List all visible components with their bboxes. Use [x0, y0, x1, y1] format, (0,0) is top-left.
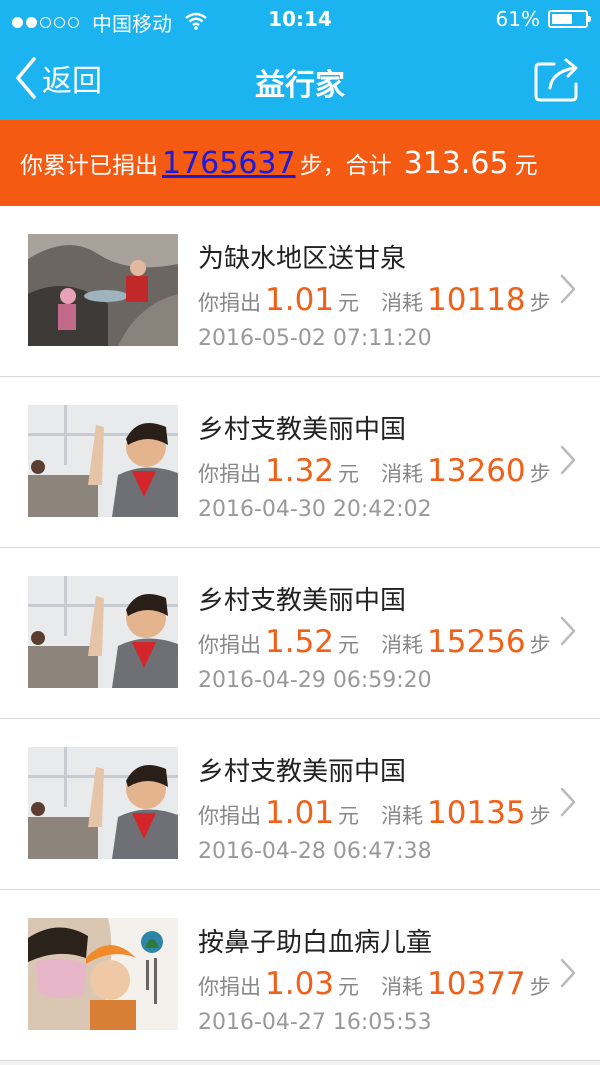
project-thumbnail	[28, 576, 178, 688]
share-button[interactable]	[532, 56, 582, 102]
steps-consumed: 10118	[427, 282, 526, 318]
donation-amount: 1.01	[265, 795, 335, 831]
total-steps-link[interactable]: 1765637	[162, 146, 296, 181]
donation-list: 为缺水地区送甘泉 你捐出 1.01 元 消耗 10118 步 2016-05-0…	[0, 206, 600, 1061]
yuan-unit: 元	[338, 804, 360, 828]
battery-fill	[552, 14, 572, 24]
summary-prefix: 你累计已捐出	[20, 153, 158, 179]
donation-detail: 你捐出 1.52 元 消耗 15256 步	[198, 624, 551, 660]
project-thumbnail	[28, 747, 178, 859]
steps-unit: 步	[529, 633, 551, 657]
donation-date: 2016-04-29 06:59:20	[198, 668, 432, 693]
project-title: 乡村支教美丽中国	[198, 586, 407, 616]
steps-unit: 步	[529, 804, 551, 828]
status-bar: 中国移动 10:14 61%	[0, 0, 600, 40]
donation-amount: 1.03	[265, 966, 335, 1002]
list-item[interactable]: 乡村支教美丽中国 你捐出 1.32 元 消耗 13260 步 2016-04-3…	[0, 377, 600, 548]
nav-bar: 返回 益行家	[0, 40, 600, 120]
donated-label: 你捐出	[198, 633, 261, 657]
list-item[interactable]: 按鼻子助白血病儿童 你捐出 1.03 元 消耗 10377 步 2016-04-…	[0, 890, 600, 1061]
donation-detail: 你捐出 1.03 元 消耗 10377 步	[198, 966, 551, 1002]
project-thumbnail	[28, 405, 178, 517]
donation-detail: 你捐出 1.01 元 消耗 10118 步	[198, 282, 551, 318]
battery-indicator: 61%	[495, 7, 591, 31]
steps-consumed: 15256	[427, 624, 526, 660]
donated-label: 你捐出	[198, 804, 261, 828]
steps-consumed: 13260	[427, 453, 526, 489]
donation-amount: 1.32	[265, 453, 335, 489]
chevron-right-icon	[560, 616, 576, 646]
top-bar: 中国移动 10:14 61% 返回 益行家	[0, 0, 600, 120]
project-title: 乡村支教美丽中国	[198, 415, 407, 445]
project-thumbnail	[28, 918, 178, 1030]
chevron-right-icon	[560, 445, 576, 475]
donation-amount: 1.52	[265, 624, 335, 660]
steps-consumed: 10135	[427, 795, 526, 831]
consumed-label: 消耗	[381, 291, 424, 315]
donation-summary-banner: 你累计已捐出 1765637 步，合计 313.65 元	[0, 120, 600, 206]
steps-unit: 步	[529, 291, 551, 315]
chevron-right-icon	[560, 274, 576, 304]
summary-amount-unit: 元	[514, 153, 538, 179]
total-amount: 313.65	[403, 145, 509, 181]
donation-date: 2016-04-27 16:05:53	[198, 1010, 432, 1035]
consumed-label: 消耗	[381, 633, 424, 657]
yuan-unit: 元	[338, 462, 360, 486]
donation-date: 2016-04-30 20:42:02	[198, 497, 432, 522]
chevron-right-icon	[560, 787, 576, 817]
steps-unit: 步	[529, 975, 551, 999]
donation-detail: 你捐出 1.32 元 消耗 13260 步	[198, 453, 551, 489]
donation-date: 2016-05-02 07:11:20	[198, 326, 432, 351]
donation-date: 2016-04-28 06:47:38	[198, 839, 432, 864]
page-title: 益行家	[255, 68, 345, 103]
steps-unit: 步	[529, 462, 551, 486]
list-item[interactable]: 乡村支教美丽中国 你捐出 1.52 元 消耗 15256 步 2016-04-2…	[0, 548, 600, 719]
share-icon	[534, 58, 578, 102]
donation-amount: 1.01	[265, 282, 335, 318]
consumed-label: 消耗	[381, 804, 424, 828]
project-title: 乡村支教美丽中国	[198, 757, 407, 787]
project-thumbnail	[28, 234, 178, 346]
battery-percent: 61%	[495, 7, 540, 31]
consumed-label: 消耗	[381, 462, 424, 486]
battery-icon	[548, 10, 591, 28]
project-title: 按鼻子助白血病儿童	[198, 928, 433, 958]
yuan-unit: 元	[338, 975, 360, 999]
summary-steps-unit: 步，合计	[299, 153, 392, 179]
project-title: 为缺水地区送甘泉	[198, 244, 407, 274]
donation-detail: 你捐出 1.01 元 消耗 10135 步	[198, 795, 551, 831]
donated-label: 你捐出	[198, 975, 261, 999]
chevron-right-icon	[560, 958, 576, 988]
consumed-label: 消耗	[381, 975, 424, 999]
steps-consumed: 10377	[427, 966, 526, 1002]
list-item[interactable]: 为缺水地区送甘泉 你捐出 1.01 元 消耗 10118 步 2016-05-0…	[0, 206, 600, 377]
donated-label: 你捐出	[198, 291, 261, 315]
yuan-unit: 元	[338, 291, 360, 315]
list-item[interactable]: 乡村支教美丽中国 你捐出 1.01 元 消耗 10135 步 2016-04-2…	[0, 719, 600, 890]
donated-label: 你捐出	[198, 462, 261, 486]
yuan-unit: 元	[338, 633, 360, 657]
